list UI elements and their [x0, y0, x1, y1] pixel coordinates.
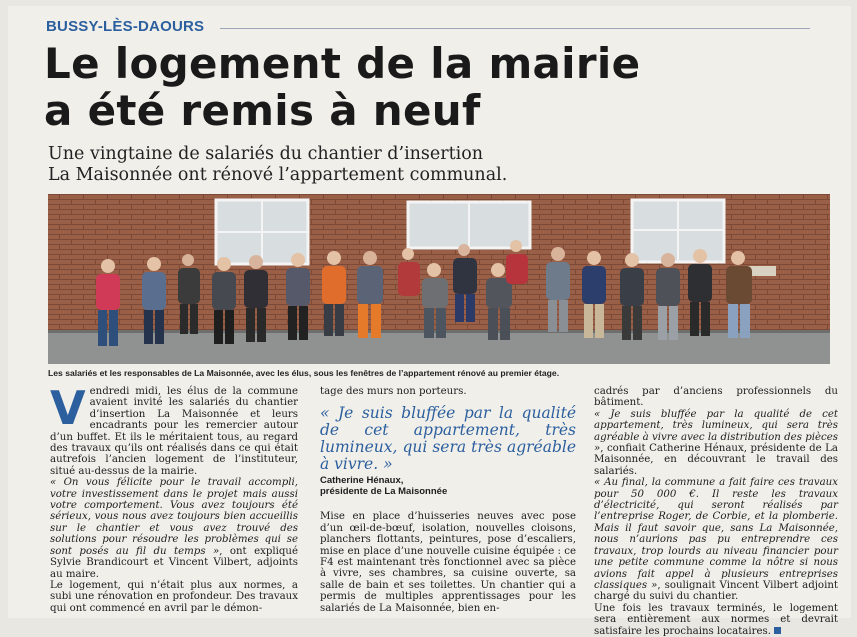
pull-quote: « Je suis bluffée par la qualité de cet …	[320, 404, 576, 474]
article-column-1: V endredi midi, les élus de la commune a…	[50, 381, 298, 614]
subhead-line-1: Une vingtaine de salariés du chantier d’…	[48, 144, 484, 164]
col3-paragraph-1: cadrés par d’anciens professionnels du b…	[594, 386, 838, 409]
col2-paragraph-2: Mise en place d’huisseries neuves avec p…	[320, 511, 576, 614]
article-headline: Le logement de la mairie a été remis à n…	[44, 40, 824, 134]
photo-caption: Les salariés et les responsables de La M…	[48, 368, 560, 378]
pull-quote-author-role: présidente de La Maisonnée	[320, 486, 448, 498]
subhead-line-2: La Maisonnée ont rénové l’appartement co…	[48, 165, 508, 185]
locality-label: BUSSY-LÈS-DAOURS	[46, 18, 205, 35]
pull-quote-author: Catherine Hénaux, présidente de La Maiso…	[320, 475, 576, 497]
col3-paragraph-4: Une fois les travaux terminés, le logeme…	[594, 602, 838, 637]
article-column-2: tage des murs non porteurs. « Je suis bl…	[320, 386, 576, 614]
pull-quote-author-name: Catherine Hénaux,	[320, 475, 404, 487]
col1-paragraph-1: endredi midi, les élus de la commune ava…	[50, 386, 298, 477]
col3-quote-2: « Au final, la commune a fait faire ces …	[594, 477, 838, 591]
col3-paragraph-2: , confiait Catherine Hénaux, présidente …	[594, 443, 838, 477]
end-of-article-icon	[774, 627, 781, 635]
locality-rule-divider	[220, 28, 810, 29]
group-photo-illustration	[48, 194, 830, 364]
article-subhead: Une vingtaine de salariés du chantier d’…	[48, 144, 808, 186]
newspaper-page: BUSSY-LÈS-DAOURS Le logement de la mairi…	[8, 6, 851, 637]
article-column-3: cadrés par d’anciens professionnels du b…	[594, 386, 838, 637]
col1-paragraph-3: Le logement, qui n’était plus aux normes…	[50, 579, 298, 614]
col2-paragraph-1: tage des murs non porteurs.	[320, 386, 467, 397]
headline-line-1: Le logement de la mairie	[44, 39, 641, 88]
drop-cap: V	[50, 381, 86, 435]
headline-line-2: a été remis à neuf	[44, 86, 481, 135]
group-photo	[48, 194, 830, 364]
